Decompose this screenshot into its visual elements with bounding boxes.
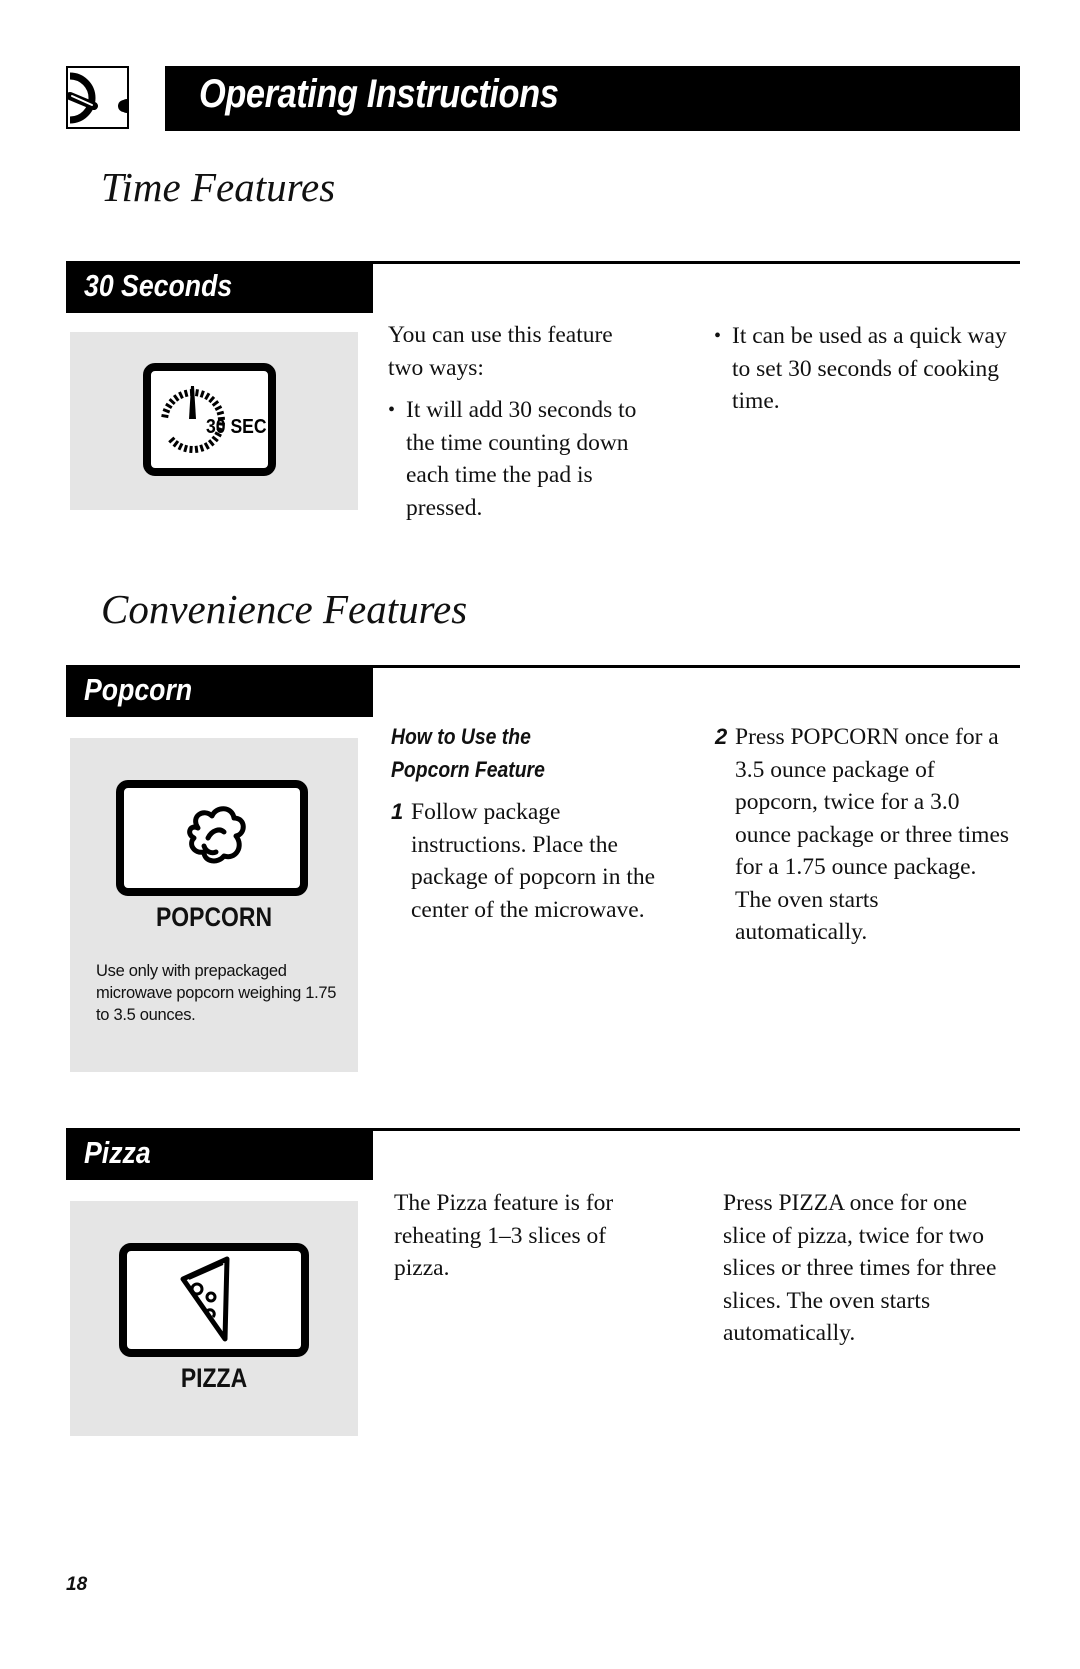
header-bar: Operating Instructions [165,66,1020,131]
popcorn-subhead-line-1: How to Use the [391,724,531,749]
pizza-column-1: The Pizza feature is for reheating 1–3 s… [394,1187,664,1285]
popcorn-pad [116,780,308,896]
dial-tick [165,402,173,410]
popcorn-icon [187,806,246,864]
popcorn-pad-label: POPCORN [155,902,273,932]
dial-tick [211,435,219,443]
dial-tick [172,440,180,448]
30-sec-pad-panel: 30 SEC [70,332,358,510]
pizza-pad-panel: PIZZA [70,1201,358,1436]
popcorn-note: Use only with prepackaged microwave popc… [96,962,337,1024]
section-bar-pizza: Pizza [66,1129,373,1180]
section-title-30-seconds: 30 Seconds [84,268,233,303]
timer-dial-icon: 30 SEC [161,386,267,454]
popcorn-step-2: 2 Press POPCORN once for a 3.5 ounce pac… [715,721,1015,949]
30-sec-column-1: You can use this feature two ways: It wi… [388,319,678,524]
intro-line-2: two ways: [388,354,484,381]
popcorn-column-1: How to Use the Popcorn Feature 1 Follow … [391,721,681,926]
intro-line-1: You can use this feature [388,322,613,348]
popcorn-subhead-line-2: Popcorn Feature [391,756,545,782]
pizza-pad-label: PIZZA [180,1363,248,1393]
pizza-pad [119,1243,309,1357]
section-title-popcorn: Popcorn [84,672,193,707]
section-bar-popcorn: Popcorn [66,666,373,717]
dial-tick [204,392,211,401]
dial-tick [194,389,199,397]
dial-tick [203,442,210,450]
page-number: 18 [66,1574,88,1595]
dial-tick [199,444,205,452]
dial-tick [214,405,223,411]
section-heading-convenience-features: Convenience Features [101,586,468,632]
dial-tick [172,394,180,402]
section-heading-time-features: Time Features [101,164,336,210]
dial-knob-icon [66,66,130,129]
dial-tick [183,444,188,453]
dial-tick [168,398,176,406]
section-title-pizza: Pizza [84,1135,151,1170]
dial-tick [168,436,176,444]
pad-text-30-sec: 30 SEC [206,415,267,437]
dial-tick [216,410,225,416]
dial-tick [177,442,184,451]
step-number: 2 [715,724,728,749]
popcorn-pad-panel: POPCORN Use only with prepackaged microw… [70,738,358,1072]
dial-tick [199,390,205,398]
bullet-quick-set: It can be used as a quick way to set 30 … [714,320,1007,418]
popcorn-step-1: 1 Follow package instructions. Place the… [391,796,681,926]
dial-tick [194,445,199,453]
pizza-slice-icon [180,1256,230,1342]
step-number: 1 [391,799,404,824]
30-sec-column-2: It can be used as a quick way to set 30 … [714,320,1007,418]
pizza-column-2: Press PIZZA once for one slice of pizza,… [723,1187,1013,1350]
dial-tick [183,389,189,398]
30-sec-pad: 30 SEC [143,363,276,476]
page-title: Operating Instructions [199,72,559,116]
step-text: Follow package instructions. Place the p… [411,799,656,923]
section-bar-30-seconds: 30 Seconds [66,262,373,313]
dial-tick [178,391,184,399]
dial-tick [207,439,215,447]
bullet-add-30-seconds: It will add 30 seconds to the time count… [388,394,666,524]
pizza-description: The Pizza feature is for reheating 1–3 s… [394,1190,614,1281]
dial-tick [211,400,220,407]
dial-tick [162,408,171,414]
dial-tick [208,395,216,404]
pizza-instructions: Press PIZZA once for one slice of pizza,… [723,1190,997,1346]
dial-tick [161,413,169,419]
popcorn-column-2: 2 Press POPCORN once for a 3.5 ounce pac… [715,721,1009,949]
step-text: Press POPCORN once for a 3.5 ounce packa… [735,724,1010,945]
